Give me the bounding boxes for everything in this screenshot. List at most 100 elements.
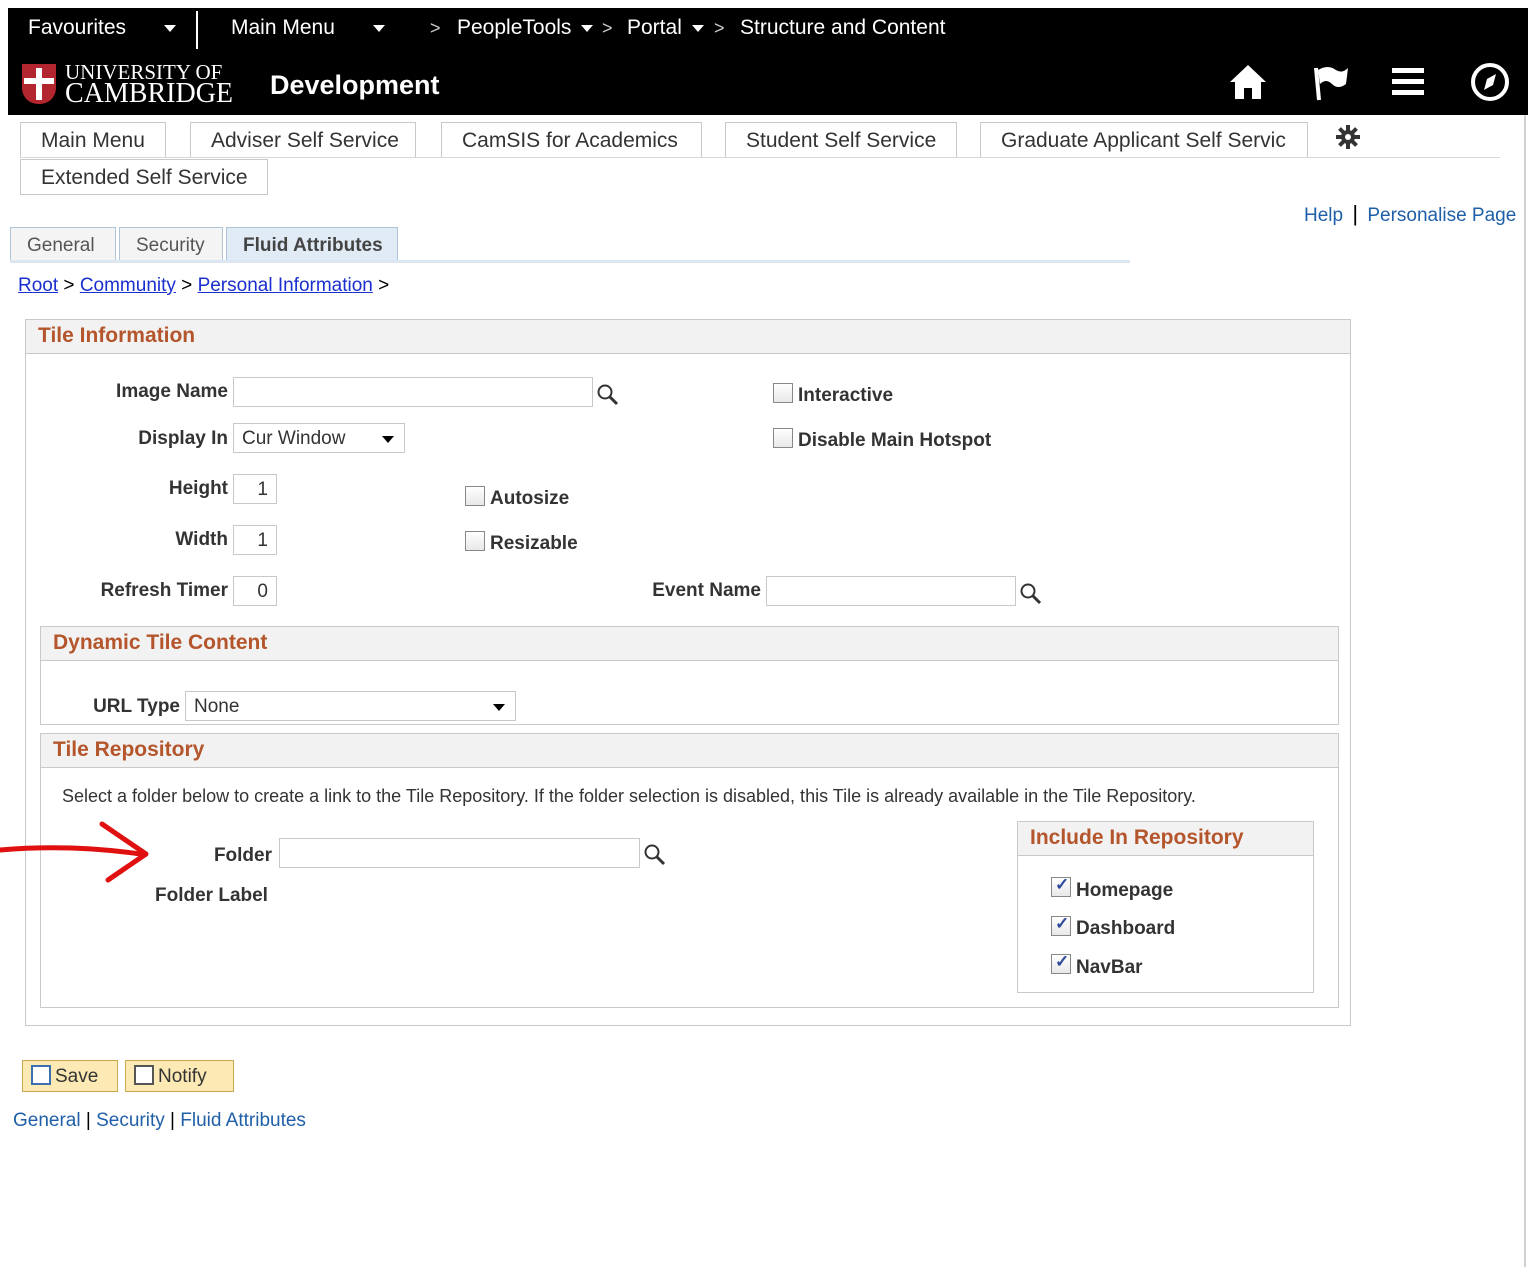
autosize-checkbox[interactable]	[465, 486, 485, 506]
breadcrumb-label: PeopleTools	[457, 16, 572, 39]
height-label: Height	[168, 478, 228, 499]
footer-fluid-attributes-link[interactable]: Fluid Attributes	[180, 1110, 306, 1131]
save-button[interactable]: Save	[22, 1060, 118, 1092]
include-in-repository-title: Include In Repository	[1018, 822, 1313, 856]
main-menu-label: Main Menu	[231, 16, 335, 39]
event-name-label: Event Name	[652, 580, 761, 601]
height-input[interactable]: 1	[233, 474, 277, 504]
chevron-down-icon	[691, 24, 704, 32]
display-in-select[interactable]: Cur Window	[233, 423, 405, 453]
navbar-checkbox[interactable]	[1051, 952, 1071, 974]
annotation-arrow-icon	[0, 821, 149, 883]
homepage-tab-graduate-applicant[interactable]: Graduate Applicant Self Servic	[980, 122, 1308, 158]
resizable-label: Resizable	[490, 533, 578, 554]
chevron-down-icon	[382, 436, 394, 443]
notify-icon	[134, 1065, 154, 1085]
divider	[196, 11, 198, 49]
homepage-label: Homepage	[1076, 880, 1174, 901]
link-separator: |	[1352, 201, 1359, 226]
resizable-checkbox[interactable]	[465, 531, 485, 551]
chevron-right-icon: >	[430, 18, 441, 38]
save-label: Save	[55, 1066, 99, 1087]
search-icon[interactable]	[643, 843, 667, 867]
tab-security[interactable]: Security	[119, 227, 223, 263]
link-separator: |	[170, 1110, 175, 1131]
help-links: Help | Personalise Page	[1304, 201, 1516, 227]
save-icon	[31, 1065, 51, 1085]
breadcrumb-community[interactable]: Community	[80, 275, 176, 296]
breadcrumb-structure-content[interactable]: Structure and Content	[740, 16, 945, 40]
footer-security-link[interactable]: Security	[96, 1110, 165, 1131]
home-icon[interactable]	[1226, 60, 1270, 104]
top-navigation-bar: Favourites Main Menu > PeopleTools > Por…	[8, 8, 1528, 115]
notify-button[interactable]: Notify	[125, 1060, 234, 1092]
favourites-label: Favourites	[28, 16, 127, 39]
breadcrumb-separator: >	[63, 275, 75, 296]
dashboard-label: Dashboard	[1076, 918, 1176, 939]
link-separator: |	[85, 1110, 91, 1131]
homepage-tab-camsis-academics[interactable]: CamSIS for Academics	[441, 122, 702, 158]
homepage-tab-adviser-self-service[interactable]: Adviser Self Service	[190, 122, 416, 158]
search-icon[interactable]	[1019, 582, 1043, 606]
tile-information-title: Tile Information	[26, 320, 1350, 354]
help-link[interactable]: Help	[1304, 205, 1343, 226]
tab-general[interactable]: General	[10, 227, 116, 263]
autosize-label: Autosize	[490, 488, 570, 509]
compass-icon[interactable]	[1468, 60, 1512, 104]
display-in-value: Cur Window	[242, 428, 346, 449]
breadcrumb: Root > Community > Personal Information …	[18, 275, 389, 297]
search-icon[interactable]	[596, 383, 620, 407]
event-name-input[interactable]	[766, 576, 1016, 606]
flag-icon[interactable]	[1308, 60, 1352, 104]
disable-main-hotspot-label: Disable Main Hotspot	[798, 430, 992, 451]
width-label: Width	[175, 529, 228, 550]
main-menu[interactable]: Main Menu	[231, 16, 385, 40]
url-type-value: None	[194, 696, 240, 717]
width-input[interactable]: 1	[233, 525, 277, 555]
university-crest-logo	[22, 64, 56, 104]
breadcrumb-separator: >	[181, 275, 193, 296]
interactive-label: Interactive	[798, 385, 894, 406]
homepage-tab-student-self-service[interactable]: Student Self Service	[725, 122, 957, 158]
image-name-input[interactable]	[233, 377, 593, 407]
chevron-down-icon	[581, 24, 594, 32]
homepage-tab-main-menu[interactable]: Main Menu	[20, 122, 166, 158]
chevron-right-icon: >	[602, 18, 613, 38]
favourites-menu[interactable]: Favourites	[28, 16, 176, 40]
navbar-label: NavBar	[1076, 957, 1143, 978]
dashboard-checkbox[interactable]	[1051, 914, 1071, 936]
folder-input[interactable]	[279, 838, 640, 868]
tab-fluid-attributes[interactable]: Fluid Attributes	[226, 227, 398, 263]
url-type-select[interactable]: None	[185, 691, 516, 721]
footer-links: General | Security | Fluid Attributes	[13, 1110, 306, 1132]
logo-line-2: CAMBRIDGE	[65, 78, 234, 109]
personalise-page-link[interactable]: Personalise Page	[1367, 205, 1516, 226]
display-in-label: Display In	[138, 428, 228, 449]
menu-icon[interactable]	[1386, 60, 1430, 104]
dynamic-tile-content-title: Dynamic Tile Content	[41, 627, 1338, 661]
homepage-tab-extended-self-service[interactable]: Extended Self Service	[20, 159, 268, 195]
breadcrumb-peopletools[interactable]: PeopleTools	[457, 16, 594, 40]
chevron-down-icon	[372, 24, 385, 32]
chevron-down-icon	[493, 704, 505, 711]
disable-main-hotspot-checkbox[interactable]	[773, 428, 793, 448]
image-name-label: Image Name	[116, 381, 228, 402]
folder-label-label: Folder Label	[155, 885, 268, 906]
chevron-down-icon	[163, 24, 176, 32]
gear-icon[interactable]	[1334, 123, 1362, 151]
breadcrumb-personal-information[interactable]: Personal Information	[198, 275, 373, 296]
notify-label: Notify	[158, 1066, 207, 1087]
interactive-checkbox[interactable]	[773, 383, 793, 403]
tile-repository-instructions: Select a folder below to create a link t…	[62, 786, 1196, 806]
chevron-right-icon: >	[714, 18, 725, 38]
environment-title: Development	[270, 70, 440, 100]
tab-divider	[20, 157, 1500, 158]
homepage-checkbox[interactable]	[1051, 875, 1071, 897]
url-type-label: URL Type	[93, 696, 180, 717]
tile-repository-title: Tile Repository	[41, 734, 1338, 768]
refresh-timer-input[interactable]: 0	[233, 576, 277, 606]
breadcrumb-portal[interactable]: Portal	[627, 16, 704, 40]
footer-general-link[interactable]: General	[13, 1110, 81, 1131]
breadcrumb-label: Portal	[627, 16, 682, 39]
breadcrumb-root[interactable]: Root	[18, 275, 58, 296]
